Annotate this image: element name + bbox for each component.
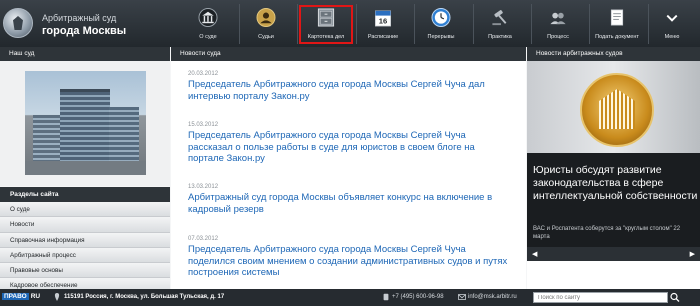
nav-judges-label: Судьи (258, 34, 274, 40)
highlight-box (299, 5, 353, 44)
nav-about[interactable]: О суде (183, 0, 233, 47)
news-title-link[interactable]: Председатель Арбитражного суда города Мо… (188, 79, 513, 102)
news-list: 20.03.2012 Председатель Арбитражного суд… (171, 61, 526, 289)
nav-menu-label: Меню (664, 34, 680, 40)
nav-submit-document[interactable]: Подать документ (591, 0, 643, 47)
news-title-link[interactable]: Председатель Арбитражного суда города Мо… (188, 130, 513, 165)
clock-icon (431, 8, 451, 27)
arbitration-news-slider: Юристы обсудят развитие законодательства… (527, 61, 700, 289)
site-sections-menu: О суде Новости Справочная информация Арб… (0, 202, 170, 294)
footer: ПРАВО RU 115191 Россия, г. Москва, ул. Бо… (0, 289, 700, 306)
nav-divider (589, 4, 590, 44)
court-building-photo[interactable] (25, 71, 146, 175)
slider-next-arrow-icon[interactable]: ▶ (690, 250, 695, 258)
news-date: 13.03.2012 (188, 184, 219, 190)
nav-divider (239, 4, 240, 44)
court-news-header: Новости суда (171, 47, 526, 61)
footer-address: 115191 Россия, г. Москва, ул. Большая Ту… (64, 294, 225, 300)
top-bar: Арбитражный суд города Москвы О суде Суд… (0, 0, 700, 47)
search-icon[interactable] (670, 292, 680, 303)
news-date: 15.03.2012 (188, 122, 219, 128)
court-photo-area (0, 61, 170, 186)
building-wing (109, 107, 139, 161)
news-title-link[interactable]: Арбитражный суд города Москвы объявляет … (188, 192, 513, 215)
calendar-day-number: 16 (379, 17, 387, 26)
nav-process[interactable]: Процесс (533, 0, 583, 47)
brand-line-1[interactable]: Арбитражный суд (42, 13, 116, 23)
slide-image[interactable] (527, 61, 700, 153)
brand-line-2[interactable]: города Москвы (42, 25, 126, 37)
building-icon (198, 8, 218, 27)
menu-item-about[interactable]: О суде (0, 202, 170, 218)
news-item: 07.03.2012 Председатель Арбитражного суд… (188, 236, 513, 279)
nav-divider (297, 4, 298, 44)
nav-divider (531, 4, 532, 44)
nav-divider (648, 4, 649, 44)
news-title-link[interactable]: Председатель Арбитражного суда города Мо… (188, 244, 513, 279)
nav-schedule-label: Расписание (367, 34, 399, 40)
pravo-ru-logo[interactable]: ПРАВО RU (2, 293, 42, 300)
emblem-columns (599, 89, 635, 129)
news-item: 15.03.2012 Председатель Арбитражного суд… (188, 122, 513, 165)
location-icon (54, 293, 60, 301)
slide-subtitle: ВАС и Роспатента соберутся за "круглым с… (533, 226, 681, 240)
nav-divider (356, 4, 357, 44)
nav-divider (414, 4, 415, 44)
menu-item-reference[interactable]: Справочная информация (0, 232, 170, 248)
road (25, 161, 146, 175)
nav-practice[interactable]: Практика (475, 0, 525, 47)
pravo-brand-suffix: RU (30, 293, 41, 300)
news-item: 13.03.2012 Арбитражный суд города Москвы… (188, 184, 513, 215)
news-item: 20.03.2012 Председатель Арбитражного суд… (188, 71, 513, 102)
phone-icon (383, 293, 389, 301)
menu-item-arbitration-process[interactable]: Арбитражный процесс (0, 247, 170, 264)
right-column-blank (527, 261, 700, 289)
calendar-icon: 16 (375, 10, 391, 27)
footer-phone[interactable]: +7 (495) 600-96-98 (392, 294, 444, 300)
news-date: 20.03.2012 (188, 71, 219, 77)
nav-schedule[interactable]: 16 Расписание (358, 0, 408, 47)
nav-submit-document-label: Подать документ (595, 34, 639, 40)
search-input[interactable] (533, 292, 668, 303)
building-wing (33, 115, 63, 161)
judges-icon (256, 8, 276, 27)
news-date: 07.03.2012 (188, 236, 219, 242)
slider-controls: ◀ ▶ (527, 247, 700, 265)
slider-prev-arrow-icon[interactable]: ◀ (532, 250, 537, 258)
nav-menu[interactable]: Меню (652, 0, 692, 47)
nav-breaks-label: Перерывы (427, 34, 455, 40)
nav-practice-label: Практика (488, 34, 512, 40)
court-logo-icon[interactable] (3, 8, 33, 38)
nav-divider (473, 4, 474, 44)
menu-item-news[interactable]: Новости (0, 217, 170, 233)
nav-breaks[interactable]: Перерывы (416, 0, 466, 47)
nav-judges[interactable]: Судьи (241, 0, 291, 47)
chevron-down-icon (666, 14, 678, 22)
submit-document-icon (610, 9, 624, 26)
email-icon (458, 294, 466, 300)
gavel-icon (492, 10, 507, 26)
our-court-header: Наш суд (0, 47, 170, 61)
footer-email[interactable]: info@msk.arbitr.ru (468, 294, 517, 300)
menu-item-legal-basis[interactable]: Правовые основы (0, 263, 170, 279)
process-icon (550, 12, 566, 25)
building-tower (60, 89, 110, 161)
pravo-brand: ПРАВО (2, 293, 29, 300)
court-emblem-icon (580, 73, 654, 147)
nav-process-label: Процесс (547, 34, 569, 40)
arbitration-news-header: Новости арбитражных судов (527, 47, 700, 61)
slide-title-link[interactable]: Юристы обсудят развитие законодательства… (533, 164, 698, 203)
nav-about-label: О суде (199, 34, 217, 40)
site-sections-header: Разделы сайта (0, 187, 170, 202)
